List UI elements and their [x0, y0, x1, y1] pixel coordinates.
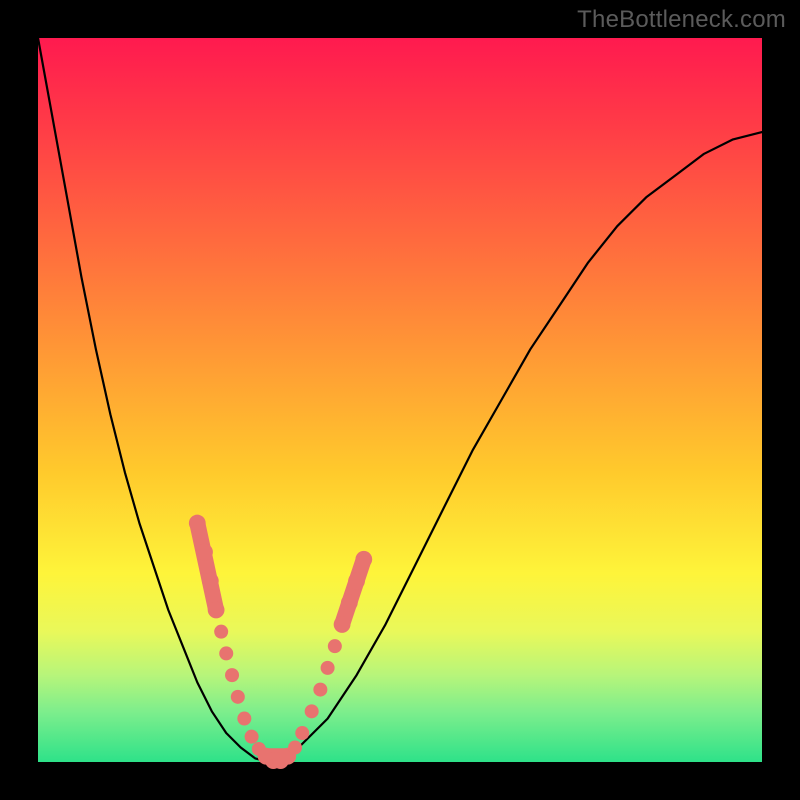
data-marker — [231, 690, 245, 704]
data-marker — [219, 646, 233, 660]
watermark-text: TheBottleneck.com — [577, 6, 786, 34]
data-marker — [196, 544, 213, 561]
data-marker — [245, 730, 259, 744]
data-marker — [225, 668, 239, 682]
data-marker — [202, 573, 219, 590]
data-marker — [328, 639, 342, 653]
data-marker — [214, 625, 228, 639]
data-marker — [313, 683, 327, 697]
data-marker — [305, 704, 319, 718]
data-marker — [237, 712, 251, 726]
marker-cluster — [342, 559, 364, 624]
curve-layer — [38, 38, 762, 762]
data-marker — [321, 661, 335, 675]
data-marker — [189, 515, 206, 532]
data-marker — [355, 551, 372, 568]
data-marker — [348, 573, 365, 590]
chart-frame: TheBottleneck.com — [0, 0, 800, 800]
bottleneck-curve — [38, 38, 762, 762]
marker-cluster — [197, 523, 216, 610]
data-marker — [208, 602, 225, 619]
data-marker — [334, 616, 351, 633]
data-marker — [295, 726, 309, 740]
plot-area — [38, 38, 762, 762]
data-marker — [341, 594, 358, 611]
data-marker — [288, 741, 302, 755]
